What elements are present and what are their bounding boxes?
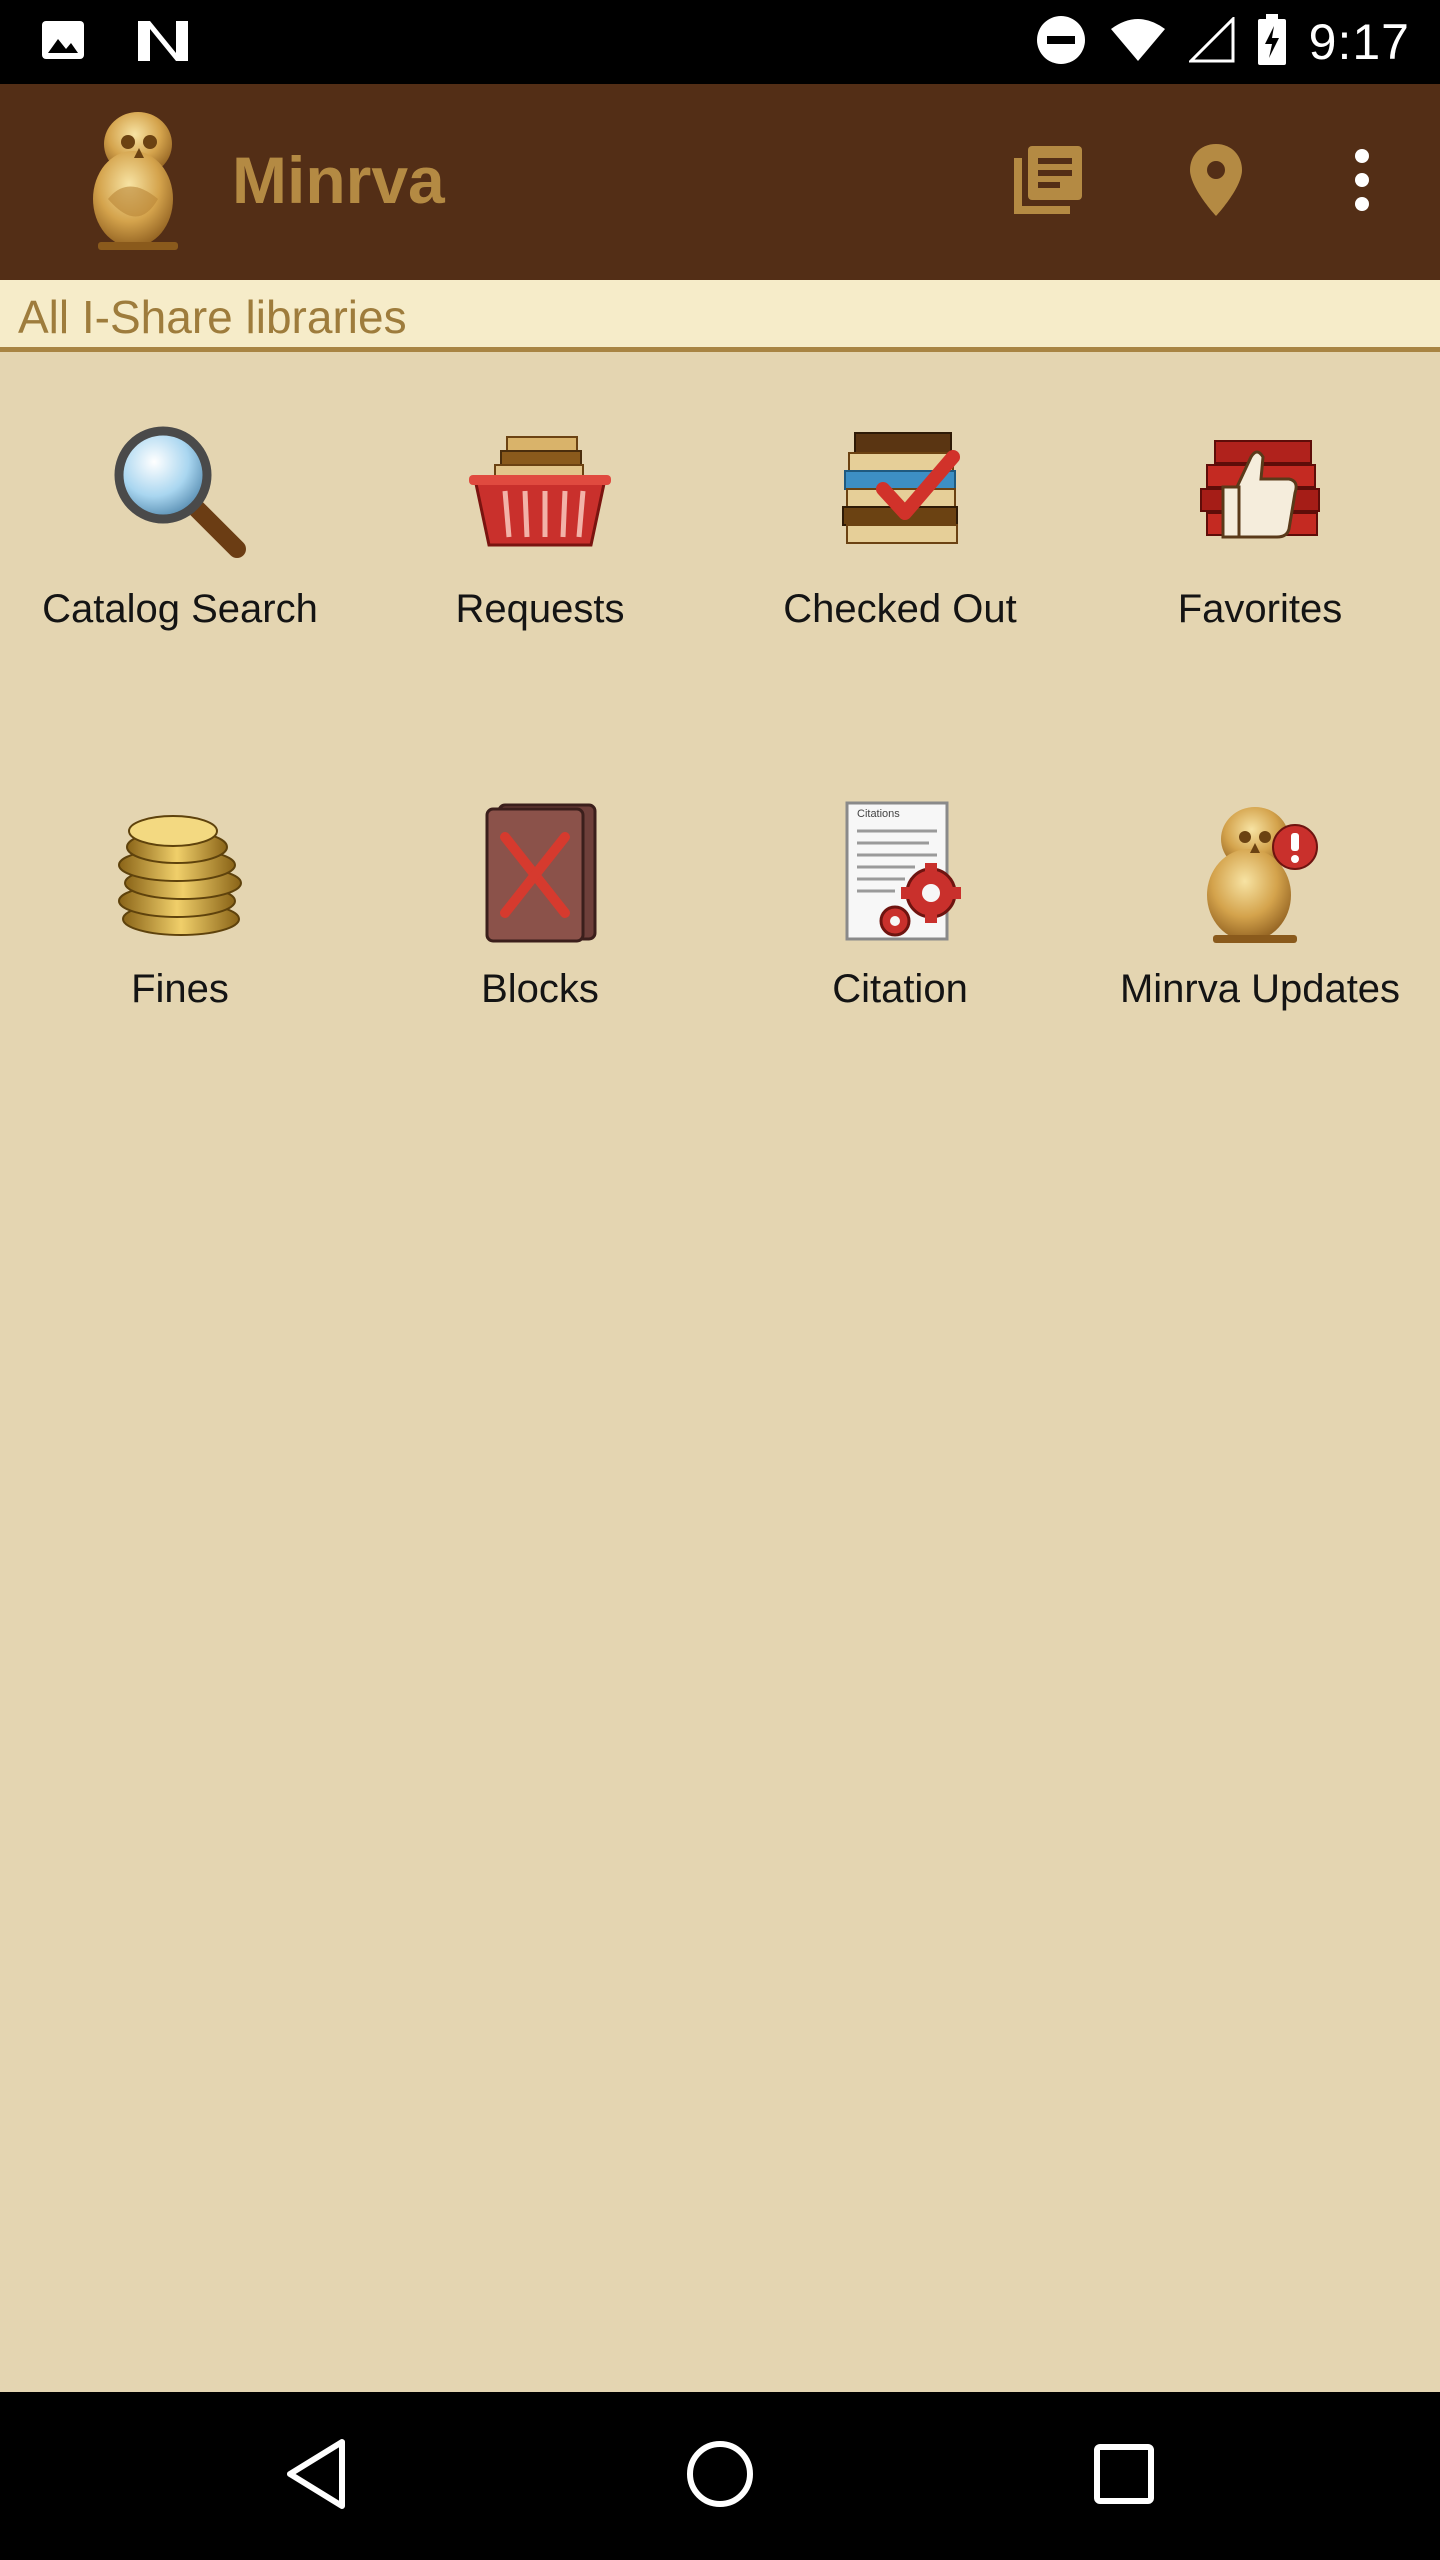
coins-icon <box>105 797 255 947</box>
status-bar: 9:17 <box>0 0 1440 84</box>
do-not-disturb-icon <box>1035 14 1087 71</box>
citations-caption: Citations <box>857 808 900 820</box>
overflow-menu-button[interactable] <box>1314 134 1410 230</box>
tile-label: Fines <box>131 967 229 1011</box>
library-books-button[interactable] <box>1000 134 1096 230</box>
book-basket-icon <box>465 417 615 567</box>
image-icon <box>40 19 86 66</box>
library-books-icon <box>1010 142 1086 223</box>
notification-n-icon <box>136 17 190 68</box>
app-bar: Minrva <box>0 84 1440 280</box>
library-scope-label: All I-Share libraries <box>18 291 407 343</box>
signal-icon <box>1187 14 1235 68</box>
tile-minrva-updates[interactable]: Minrva Updates <box>1080 732 1440 1092</box>
tile-checked-out[interactable]: Checked Out <box>720 352 1080 712</box>
tile-fines[interactable]: Fines <box>0 732 360 1092</box>
tile-label: Checked Out <box>783 587 1017 631</box>
tile-label: Favorites <box>1177 587 1343 631</box>
system-nav-bar <box>0 2392 1440 2560</box>
wifi-icon <box>1109 17 1167 68</box>
books-checkmark-icon <box>825 417 975 567</box>
tile-label: Blocks <box>481 967 599 1011</box>
tile-label: Catalog Search <box>42 587 318 631</box>
library-scope-bar[interactable]: All I-Share libraries <box>0 280 1440 352</box>
thumbs-up-books-icon <box>1185 417 1335 567</box>
more-vert-icon <box>1352 148 1372 217</box>
tile-blocks[interactable]: Blocks <box>360 732 720 1092</box>
recents-button[interactable] <box>1074 2426 1174 2526</box>
tile-requests[interactable]: Requests <box>360 352 720 712</box>
battery-charging-icon <box>1257 13 1287 71</box>
tile-label: Minrva Updates <box>1119 967 1401 1011</box>
owl-logo-icon <box>78 104 194 254</box>
tile-citation[interactable]: Citations Citation <box>720 732 1080 1092</box>
back-icon <box>284 2438 348 2515</box>
tile-label: Requests <box>455 587 625 631</box>
owl-alert-icon <box>1185 797 1335 947</box>
tile-label: Citation <box>832 967 968 1011</box>
location-pin-icon <box>1186 142 1246 223</box>
blocked-book-icon <box>465 797 615 947</box>
home-icon <box>684 2438 756 2515</box>
back-button[interactable] <box>266 2426 366 2526</box>
location-button[interactable] <box>1168 134 1264 230</box>
home-button[interactable] <box>670 2426 770 2526</box>
tile-favorites[interactable]: Favorites <box>1080 352 1440 712</box>
recents-icon <box>1092 2442 1156 2511</box>
tile-catalog-search[interactable]: Catalog Search <box>0 352 360 712</box>
app-title: Minrva <box>232 143 445 217</box>
status-time: 9:17 <box>1308 14 1410 70</box>
magnifier-icon <box>105 417 255 567</box>
citation-gears-icon: Citations <box>825 797 975 947</box>
